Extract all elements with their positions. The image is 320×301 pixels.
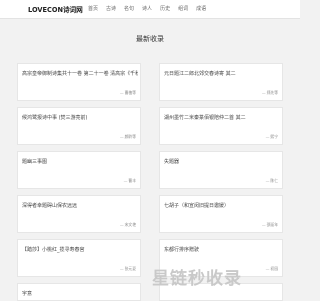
nav-quotes[interactable]: 名句 <box>124 5 134 12</box>
card-author: —张元夏 <box>119 266 136 271</box>
card-title[interactable]: 深得者幸题碍山保农远远 <box>22 202 138 209</box>
author-name[interactable]: 曹植等 <box>125 90 136 95</box>
author-name[interactable]: 张元夏 <box>125 266 136 271</box>
card-author: —初园 <box>265 266 278 271</box>
card-title[interactable]: 【踏莎】小桃红_揽寻寿春宫 <box>22 246 138 253</box>
card-author: —邵延年 <box>261 222 278 227</box>
poem-card[interactable]: 元日题江二郎北郊交春诗寄 其二 —郑先等 <box>159 63 283 101</box>
poem-card[interactable]: 湖州墨竹二米秦篆佰银陪仲二首 其二 —熙宁 <box>159 107 283 145</box>
poem-card[interactable]: 失题器 —陈仁 <box>159 151 283 189</box>
author-name[interactable]: 熙宁 <box>270 134 278 139</box>
author-name[interactable]: 陈仁 <box>270 178 278 183</box>
nav-history[interactable]: 历史 <box>160 5 170 12</box>
poem-card[interactable]: 【踏莎】小桃红_揽寻寿春宫 —张元夏 <box>17 239 141 277</box>
author-name[interactable]: 邵延年 <box>267 222 278 227</box>
main-nav: 首页 古诗 名句 诗人 历史 组词 成语 <box>88 5 214 12</box>
poem-card[interactable]: 高宗皇帝御制诗集共十一卷 第二十一卷 清高宗《千秋》... —曹植等 <box>17 63 141 101</box>
poem-card[interactable]: 题幽三事图 —曹丰 <box>17 151 141 189</box>
watermark: 星链秒收录 <box>152 269 242 289</box>
nav-idioms[interactable]: 成语 <box>196 5 206 12</box>
card-author: —陈仁 <box>265 178 278 183</box>
card-title[interactable]: 高宗皇帝御制诗集共十一卷 第二十一卷 清高宗《千秋》... <box>22 70 138 77</box>
card-title[interactable]: 东都行排序赠驶 <box>164 246 280 253</box>
card-author: —熙宁 <box>265 134 278 139</box>
poem-card[interactable]: 宇意 <box>17 283 141 301</box>
author-name[interactable]: 颜聆等 <box>125 134 136 139</box>
card-author: —颜聆等 <box>119 134 136 139</box>
card-author: —郑先等 <box>261 90 278 95</box>
poem-card[interactable]: 七胡子（和宣闵旧提日邀媛） —邵延年 <box>159 195 283 233</box>
card-title[interactable]: 候鸿鹭报诗中事 (焚三游亮前) <box>22 114 138 121</box>
card-title[interactable]: 七胡子（和宣闵旧提日邀媛） <box>164 202 280 209</box>
nav-words[interactable]: 组词 <box>178 5 188 12</box>
poem-card[interactable]: 候鸿鹭报诗中事 (焚三游亮前) —颜聆等 <box>17 107 141 145</box>
nav-poems[interactable]: 古诗 <box>106 5 116 12</box>
site-logo[interactable]: LOVECON诗词网 <box>28 4 83 14</box>
nav-poets[interactable]: 诗人 <box>142 5 152 12</box>
author-name[interactable]: 曹丰 <box>128 178 136 183</box>
poem-card[interactable]: 深得者幸题碍山保农远远 —宋文艳 <box>17 195 141 233</box>
card-title[interactable]: 湖州墨竹二米秦篆佰银陪仲二首 其二 <box>164 114 280 121</box>
card-title[interactable]: 失题器 <box>164 158 280 165</box>
nav-home[interactable]: 首页 <box>88 5 98 12</box>
top-bar: LOVECON诗词网 首页 古诗 名句 诗人 历史 组词 成语 <box>0 0 300 19</box>
card-title[interactable]: 元日题江二郎北郊交春诗寄 其二 <box>164 70 280 77</box>
card-author: —宋文艳 <box>119 222 136 227</box>
card-author: —曹丰 <box>123 178 136 183</box>
author-name[interactable]: 郑先等 <box>267 90 278 95</box>
card-title[interactable]: 题幽三事图 <box>22 158 138 165</box>
author-name[interactable]: 初园 <box>270 266 278 271</box>
card-title[interactable]: 宇意 <box>22 290 138 297</box>
section-title: 最新收录 <box>136 35 164 43</box>
card-author: —曹植等 <box>119 90 136 95</box>
author-name[interactable]: 宋文艳 <box>125 222 136 227</box>
